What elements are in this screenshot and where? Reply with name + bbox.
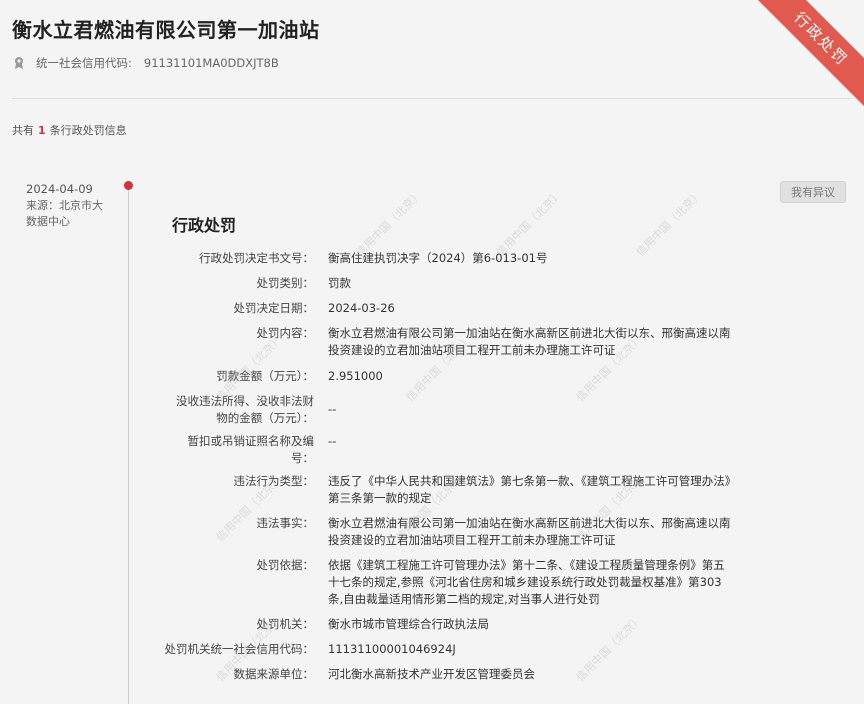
- penalty-ribbon: 行政处罚: [744, 0, 864, 119]
- field-value: 衡水市城市管理综合行政执法局: [328, 617, 489, 631]
- ribbon-corner: 行政处罚: [744, 0, 864, 120]
- field-row-violation-facts: 违法事实 衡水立君燃油有限公司第一加油站在衡水高新区前进北大街以东、邢衡高速以南…: [150, 515, 760, 549]
- credit-code-label: 统一社会信用代码:: [36, 56, 132, 70]
- field-key: 暂扣或吊销证照名称及编号: [150, 433, 315, 467]
- field-key: 处罚类别: [150, 275, 314, 292]
- field-row-decision-date: 处罚决定日期 2024-03-26: [150, 300, 760, 317]
- watermark: 信用中国（北京）: [353, 187, 426, 260]
- badge-icon: [12, 56, 26, 70]
- field-key: 罚款金额（万元）: [150, 368, 314, 385]
- credit-code-value: 91131101MA0DDXJT8B: [143, 56, 279, 70]
- field-key: 违法行为类型: [150, 473, 314, 507]
- record-date: 2024-04-09: [26, 182, 93, 196]
- count-prefix: 共有: [12, 124, 34, 137]
- field-row-content: 处罚内容 衡水立君燃油有限公司第一加油站在衡水高新区前进北大街以东、邢衡高速以南…: [150, 325, 760, 359]
- count-number: 1: [38, 124, 46, 137]
- field-key: 违法事实: [150, 515, 314, 549]
- field-row-authority: 处罚机关 衡水市城市管理综合行政执法局: [150, 616, 760, 633]
- field-row-violation-type: 违法行为类型 违反了《中华人民共和国建筑法》第七条第一款、《建筑工程施工许可管理…: [150, 473, 760, 507]
- field-key: 处罚决定日期: [150, 300, 314, 317]
- count-suffix: 条行政处罚信息: [49, 124, 127, 137]
- field-key: 处罚依据: [150, 557, 314, 608]
- timeline-line: [128, 186, 129, 704]
- record-source: 来源：北京市大数据中心: [26, 199, 103, 228]
- field-value: --: [328, 402, 337, 416]
- field-value: 衡水立君燃油有限公司第一加油站在衡水高新区前进北大街以东、邢衡高速以南投资建设的…: [328, 326, 731, 357]
- field-key: 处罚机关统一社会信用代码: [150, 641, 314, 658]
- field-value: 2.951000: [328, 369, 383, 383]
- header-divider: [12, 98, 852, 99]
- field-value: 衡水立君燃油有限公司第一加油站在衡水高新区前进北大街以东、邢衡高速以南投资建设的…: [328, 516, 731, 547]
- field-row-confiscation: 没收违法所得、没收非法财物的金额（万元） --: [150, 393, 760, 427]
- objection-button[interactable]: 我有异议: [780, 181, 846, 203]
- company-name: 衡水立君燃油有限公司第一加油站: [12, 18, 320, 42]
- field-value: 罚款: [328, 276, 351, 290]
- record-count: 共有 1 条行政处罚信息: [12, 122, 127, 138]
- field-value: 2024-03-26: [328, 301, 395, 315]
- field-row-authority-code: 处罚机关统一社会信用代码 11131100001046924J: [150, 641, 760, 658]
- field-key: 没收违法所得、没收非法财物的金额（万元）: [150, 393, 314, 427]
- field-key: 处罚内容: [150, 325, 314, 359]
- field-row-license: 暂扣或吊销证照名称及编号 --: [150, 433, 760, 467]
- timeline-dot: [124, 181, 133, 190]
- field-value: --: [328, 434, 337, 448]
- field-key: 数据来源单位: [150, 666, 314, 683]
- field-value: 河北衡水高新技术产业开发区管理委员会: [328, 667, 535, 681]
- credit-code-row: 统一社会信用代码: 91131101MA0DDXJT8B: [12, 55, 279, 71]
- field-row-category: 处罚类别 罚款: [150, 275, 760, 292]
- field-value: 违反了《中华人民共和国建筑法》第七条第一款、《建筑工程施工许可管理办法》第三条第…: [328, 474, 731, 505]
- field-value: 11131100001046924J: [328, 642, 456, 656]
- field-value: 衡高住建执罚决字（2024）第6-013-01号: [328, 251, 548, 265]
- field-row-decision-number: 行政处罚决定书文号 衡高住建执罚决字（2024）第6-013-01号: [150, 250, 760, 267]
- field-row-basis: 处罚依据 依据《建筑工程施工许可管理办法》第十二条、《建设工程质量管理条例》第五…: [150, 557, 760, 608]
- field-key: 行政处罚决定书文号: [150, 250, 314, 267]
- field-row-fine-amount: 罚款金额（万元） 2.951000: [150, 368, 760, 385]
- watermark: 信用中国（北京）: [633, 187, 706, 260]
- field-value: 依据《建筑工程施工许可管理办法》第十二条、《建设工程质量管理条例》第五十七条的规…: [328, 558, 725, 606]
- penalty-detail-list: 行政处罚决定书文号 衡高住建执罚决字（2024）第6-013-01号 处罚类别 …: [150, 250, 760, 683]
- field-row-data-source: 数据来源单位 河北衡水高新技术产业开发区管理委员会: [150, 666, 760, 683]
- section-title: 行政处罚: [172, 216, 237, 235]
- watermark: 信用中国（北京）: [493, 187, 566, 260]
- field-key: 处罚机关: [150, 616, 314, 633]
